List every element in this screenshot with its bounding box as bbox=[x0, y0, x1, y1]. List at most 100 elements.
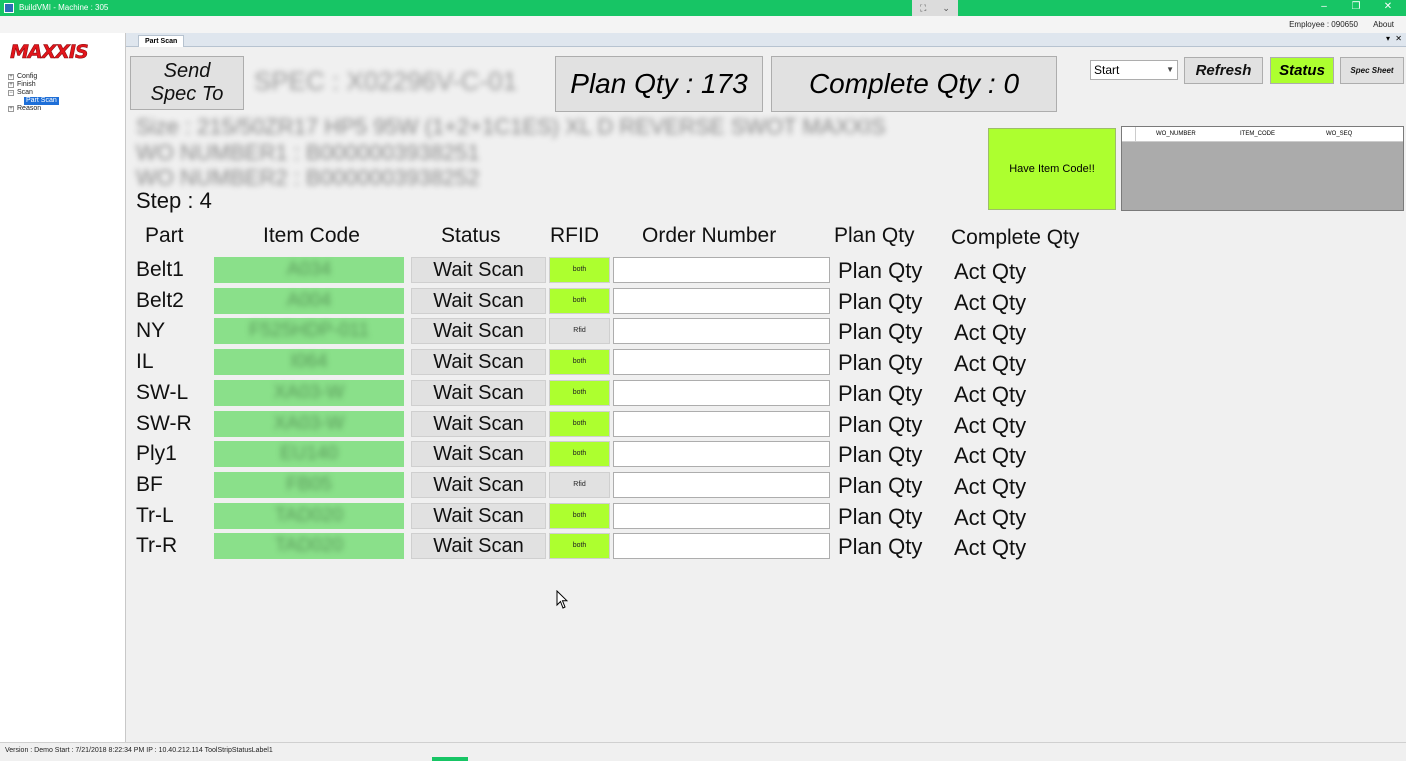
row-act-qty: Act Qty bbox=[954, 351, 1027, 376]
tab-part-scan[interactable]: Part Scan bbox=[138, 35, 185, 47]
row-rfid-mode[interactable]: both bbox=[549, 533, 610, 559]
row-rfid-mode[interactable]: both bbox=[549, 380, 610, 406]
menu-bar: Employee : 090650 About bbox=[0, 16, 1406, 33]
row-act-qty: Act Qty bbox=[954, 259, 1027, 284]
app-icon bbox=[4, 3, 14, 13]
row-rfid-mode[interactable]: both bbox=[549, 288, 610, 314]
row-act-qty: Act Qty bbox=[954, 505, 1027, 530]
row-status-button[interactable]: Wait Scan bbox=[411, 503, 546, 529]
tree-item-finish[interactable]: + Finish bbox=[8, 81, 59, 89]
grid-col-item-code[interactable]: ITEM_CODE bbox=[1240, 131, 1275, 137]
row-rfid-mode[interactable]: Rfid bbox=[549, 472, 610, 498]
expand-icon[interactable]: + bbox=[8, 74, 14, 80]
row-order-number-input[interactable] bbox=[613, 288, 830, 314]
expand-icon[interactable]: + bbox=[8, 106, 14, 112]
row-item-code-text: A004 bbox=[286, 290, 332, 311]
row-order-number-input[interactable] bbox=[613, 380, 830, 406]
grid-row-header bbox=[1122, 127, 1136, 142]
expand-icon[interactable]: + bbox=[8, 82, 14, 88]
step-label: Step : 4 bbox=[136, 188, 212, 213]
row-plan-qty: Plan Qty bbox=[838, 289, 923, 314]
row-status-button[interactable]: Wait Scan bbox=[411, 472, 546, 498]
tree-item-scan[interactable]: − Scan bbox=[8, 89, 59, 97]
mode-select[interactable]: Start ▼ bbox=[1090, 60, 1178, 80]
row-rfid-mode[interactable]: both bbox=[549, 441, 610, 467]
row-status-button[interactable]: Wait Scan bbox=[411, 411, 546, 437]
row-plan-qty: Plan Qty bbox=[838, 534, 923, 559]
row-item-code-text: EU140 bbox=[279, 443, 339, 464]
row-status-button[interactable]: Wait Scan bbox=[411, 349, 546, 375]
row-item-code: TAD020 bbox=[214, 533, 404, 559]
row-rfid-mode[interactable]: both bbox=[549, 411, 610, 437]
row-plan-qty: Plan Qty bbox=[838, 350, 923, 375]
close-button[interactable]: ✕ bbox=[1380, 1, 1396, 12]
row-item-code-text: TAD020 bbox=[274, 535, 344, 556]
window-center-control[interactable]: ⛶ ⌄ bbox=[912, 0, 958, 16]
pin-icon[interactable]: ▾ bbox=[1386, 34, 1390, 43]
col-header-item-code: Item Code bbox=[263, 224, 360, 247]
minimize-button[interactable]: – bbox=[1316, 1, 1332, 12]
grid-col-wo-number[interactable]: WO_NUMBER bbox=[1156, 131, 1196, 137]
row-item-code: TAD020 bbox=[214, 503, 404, 529]
spec-label: SPEC : X02296V-C-01 bbox=[254, 66, 518, 96]
row-order-number-input[interactable] bbox=[613, 472, 830, 498]
row-order-number-input[interactable] bbox=[613, 349, 830, 375]
row-part-label: IL bbox=[136, 350, 154, 373]
taskbar-indicator bbox=[432, 757, 468, 761]
row-status-button[interactable]: Wait Scan bbox=[411, 318, 546, 344]
row-order-number-input[interactable] bbox=[613, 318, 830, 344]
wo-data-grid[interactable]: WO_NUMBER ITEM_CODE WO_SEQ bbox=[1121, 126, 1404, 211]
row-order-number-input[interactable] bbox=[613, 257, 830, 283]
chevron-down-icon[interactable]: ⌄ bbox=[942, 3, 950, 14]
row-item-code: FB05 bbox=[214, 472, 404, 498]
col-header-part: Part bbox=[145, 224, 184, 247]
row-status-button[interactable]: Wait Scan bbox=[411, 441, 546, 467]
send-spec-button[interactable]: Send Spec To bbox=[130, 56, 244, 110]
row-rfid-mode[interactable]: both bbox=[549, 257, 610, 283]
tab-strip: Part Scan ▾ ✕ bbox=[126, 33, 1406, 47]
window-title: BuildVMI - Machine : 305 bbox=[19, 3, 109, 12]
row-order-number-input[interactable] bbox=[613, 503, 830, 529]
tree-item-config[interactable]: + Config bbox=[8, 73, 59, 81]
plan-qty-display: Plan Qty : 173 bbox=[555, 56, 763, 112]
row-item-code: XA03-W bbox=[214, 380, 404, 406]
close-tab-icon[interactable]: ✕ bbox=[1395, 34, 1402, 43]
collapse-icon[interactable]: − bbox=[8, 90, 14, 96]
tree-item-part-scan[interactable]: Part Scan bbox=[8, 97, 59, 105]
row-item-code-text: A034 bbox=[286, 259, 332, 280]
row-rfid-mode[interactable]: both bbox=[549, 503, 610, 529]
row-rfid-mode[interactable]: Rfid bbox=[549, 318, 610, 344]
restore-button[interactable]: ❐ bbox=[1348, 1, 1364, 12]
tree-item-reason[interactable]: + Reason bbox=[8, 105, 59, 113]
row-order-number-input[interactable] bbox=[613, 411, 830, 437]
spec-sheet-button[interactable]: Spec Sheet bbox=[1340, 57, 1404, 84]
chevron-down-icon[interactable]: ▼ bbox=[1166, 65, 1174, 74]
row-part-label: Ply1 bbox=[136, 442, 177, 465]
grid-col-wo-seq[interactable]: WO_SEQ bbox=[1326, 131, 1352, 137]
row-part-label: SW-R bbox=[136, 412, 192, 435]
row-part-label: Tr-R bbox=[136, 534, 178, 557]
grid-header: WO_NUMBER ITEM_CODE WO_SEQ bbox=[1122, 127, 1403, 142]
row-plan-qty: Plan Qty bbox=[838, 473, 923, 498]
row-plan-qty: Plan Qty bbox=[838, 412, 923, 437]
row-rfid-mode[interactable]: both bbox=[549, 349, 610, 375]
fullscreen-icon[interactable]: ⛶ bbox=[920, 3, 926, 14]
row-order-number-input[interactable] bbox=[613, 441, 830, 467]
row-plan-qty: Plan Qty bbox=[838, 319, 923, 344]
row-status-button[interactable]: Wait Scan bbox=[411, 380, 546, 406]
refresh-button[interactable]: Refresh bbox=[1184, 57, 1263, 84]
about-menu-item[interactable]: About bbox=[1373, 20, 1394, 29]
row-order-number-input[interactable] bbox=[613, 533, 830, 559]
row-act-qty: Act Qty bbox=[954, 290, 1027, 315]
row-status-button[interactable]: Wait Scan bbox=[411, 257, 546, 283]
row-item-code-text: XA03-W bbox=[273, 413, 345, 434]
nav-tree: + Config + Finish − Scan Part Scan + Reason bbox=[8, 73, 59, 113]
row-act-qty: Act Qty bbox=[954, 320, 1027, 345]
row-plan-qty: Plan Qty bbox=[838, 442, 923, 467]
row-status-button[interactable]: Wait Scan bbox=[411, 288, 546, 314]
col-header-complete-qty: Complete Qty bbox=[951, 226, 1080, 249]
row-item-code: A004 bbox=[214, 288, 404, 314]
row-status-button[interactable]: Wait Scan bbox=[411, 533, 546, 559]
complete-qty-display: Complete Qty : 0 bbox=[771, 56, 1057, 112]
status-button[interactable]: Status bbox=[1270, 57, 1334, 84]
